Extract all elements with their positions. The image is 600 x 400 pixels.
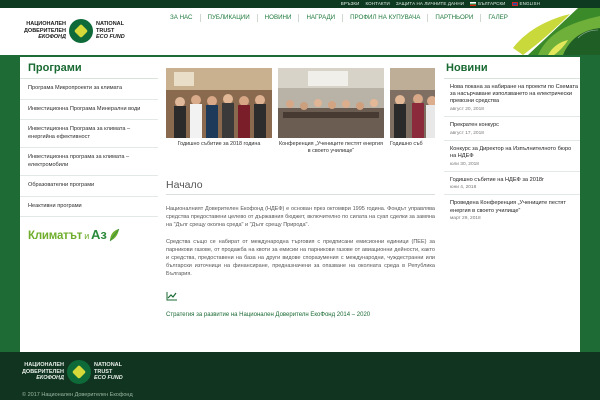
carousel-photo-3[interactable] bbox=[390, 68, 435, 138]
carousel-caption-1[interactable]: Годишно събитие за 2018 година bbox=[166, 141, 272, 148]
intro-paragraph-2: Средства също се набират от международна… bbox=[166, 238, 435, 278]
sidebar-item-electromobiles[interactable]: Инвестиционна програма за климата – елек… bbox=[20, 148, 158, 176]
strategy-link[interactable]: Стратегия за развитие на Национален Дове… bbox=[166, 312, 435, 318]
site-header: ВРЪЗКИ КОНТАКТИ ЗАЩИТА НА ЛИЧНИТЕ ДАННИ … bbox=[0, 0, 600, 55]
flag-en-icon bbox=[511, 1, 518, 6]
news-item[interactable]: Конкурс за Директор на Изпълнителното бю… bbox=[444, 141, 580, 172]
nav-awards[interactable]: НАГРАДИ bbox=[298, 14, 342, 22]
sidebar-title: Програми bbox=[20, 57, 158, 79]
news-headline[interactable]: Прекратен конкурс bbox=[450, 122, 578, 129]
site-logo[interactable]: НАЦИОНАЛЕН ДОВЕРИТЕЛЕН ЕКОФОНД NATIONAL … bbox=[24, 16, 134, 46]
news-item[interactable]: Годишно събитие на НДЕФ за 2018г юни 4, … bbox=[444, 172, 580, 196]
leaf-decoration-image bbox=[508, 8, 600, 55]
logo-text-en: NATIONAL TRUST ECO FUND bbox=[96, 21, 125, 41]
nav-publications[interactable]: ПУБЛИКАЦИИ bbox=[199, 14, 257, 22]
footer-logo[interactable]: НАЦИОНАЛЕН ДОВЕРИТЕЛЕН ЕКОФОНД NATIONAL … bbox=[22, 360, 130, 384]
logo-text-bg: НАЦИОНАЛЕН ДОВЕРИТЕЛЕН ЕКОФОНД bbox=[24, 21, 66, 41]
flag-bg-icon bbox=[470, 1, 477, 6]
news-item[interactable]: Прекратен конкурс август 17, 2018 bbox=[444, 117, 580, 141]
footer-logo-emblem-icon bbox=[67, 360, 91, 384]
nav-about[interactable]: ЗА НАС bbox=[163, 14, 200, 22]
sidebar-item-mineral-waters[interactable]: Инвестиционна Програма Минерални води bbox=[20, 100, 158, 120]
top-link-contacts[interactable]: КОНТАКТИ bbox=[366, 1, 390, 6]
lang-en-link[interactable]: ENGLISH bbox=[511, 1, 540, 6]
footer-logo-text-en: NATIONAL TRUST ECO FUND bbox=[94, 362, 123, 382]
news-date: август 17, 2018 bbox=[450, 130, 484, 136]
carousel-caption-2[interactable]: Конференция „Учениците пестят енергия в … bbox=[278, 141, 384, 154]
footer-logo-text-bg: НАЦИОНАЛЕН ДОВЕРИТЕЛЕН ЕКОФОНД bbox=[22, 362, 64, 382]
nav-news[interactable]: НОВИНИ bbox=[256, 14, 299, 22]
climate-and-me-logo[interactable]: Климатът и Аз bbox=[28, 227, 158, 242]
page-title: Начало bbox=[166, 179, 435, 195]
chart-line-icon bbox=[166, 291, 177, 301]
main-content: ‹ › Годишно събитие за 2018 година bbox=[166, 57, 435, 318]
top-bar: ВРЪЗКИ КОНТАКТИ ЗАЩИТА НА ЛИЧНИТЕ ДАННИ … bbox=[0, 0, 600, 8]
news-headline[interactable]: Проведена Конференция „Учениците пестят … bbox=[450, 200, 578, 214]
news-sidebar: Новини Нова покана за набиране на проект… bbox=[444, 57, 580, 225]
main-nav: ЗА НАС ПУБЛИКАЦИИ НОВИНИ НАГРАДИ ПРОФИЛ … bbox=[163, 14, 524, 22]
top-links: ВРЪЗКИ КОНТАКТИ ЗАЩИТА НА ЛИЧНИТЕ ДАННИ … bbox=[341, 1, 540, 6]
photo-carousel: ‹ › Годишно събитие за 2018 година bbox=[166, 68, 435, 154]
news-date: юли 30, 2018 bbox=[450, 161, 479, 167]
carousel-photo-2[interactable] bbox=[278, 68, 384, 138]
programs-sidebar: Програми Програма Микропроекти за климат… bbox=[20, 57, 158, 242]
news-headline[interactable]: Нова покана за набиране на проекти по Сх… bbox=[450, 84, 578, 106]
news-headline[interactable]: Годишно събитие на НДЕФ за 2018г bbox=[450, 177, 578, 184]
news-date: март 29, 2018 bbox=[450, 216, 481, 222]
logo-emblem-icon bbox=[69, 19, 93, 43]
leaf-icon bbox=[109, 228, 120, 242]
nav-buyer-profile[interactable]: ПРОФИЛ НА КУПУВАЧА bbox=[342, 14, 427, 22]
news-date: юни 4, 2018 bbox=[450, 185, 477, 191]
news-date: август 20, 2018 bbox=[450, 107, 484, 113]
top-link-links[interactable]: ВРЪЗКИ bbox=[341, 1, 360, 6]
nav-partners[interactable]: ПАРТНЬОРИ bbox=[427, 14, 480, 22]
carousel-photo-1[interactable] bbox=[166, 68, 272, 138]
copyright-text: © 2017 Национален Доверителен Екофонд bbox=[22, 392, 133, 398]
lang-bg-link[interactable]: БЪЛГАРСКИ bbox=[470, 1, 505, 6]
sidebar-item-microprojects[interactable]: Програма Микропроекти за климата bbox=[20, 79, 158, 100]
news-item[interactable]: Нова покана за набиране на проекти по Сх… bbox=[444, 79, 580, 118]
sidebar-item-energy-efficiency[interactable]: Инвестиционна Програма за климата – енер… bbox=[20, 120, 158, 148]
top-link-privacy[interactable]: ЗАЩИТА НА ЛИЧНИТЕ ДАННИ bbox=[396, 1, 464, 6]
sidebar-item-inactive[interactable]: Неактивни програми bbox=[20, 197, 158, 217]
news-title: Новини bbox=[444, 57, 580, 79]
intro-paragraph-1: Националният Доверителен Екофонд (НДЕФ) … bbox=[166, 206, 435, 229]
news-headline[interactable]: Конкурс за Директор на Изпълнителното бю… bbox=[450, 146, 578, 160]
news-item[interactable]: Проведена Конференция „Учениците пестят … bbox=[444, 195, 580, 225]
carousel-caption-3[interactable]: Годишно съб bbox=[390, 141, 435, 148]
sidebar-item-educational[interactable]: Образователни програми bbox=[20, 176, 158, 197]
